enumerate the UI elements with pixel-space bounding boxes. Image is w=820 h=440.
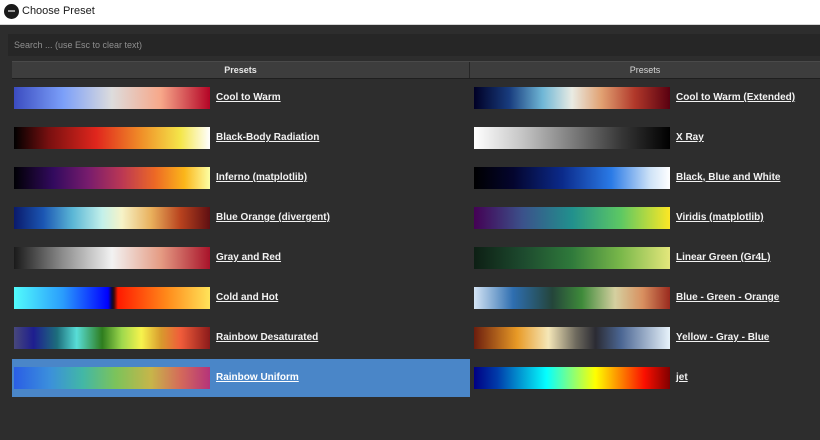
preset-row[interactable]: Yellow - Gray - Blue [472, 319, 820, 357]
column-header-left[interactable]: Presets [12, 62, 470, 78]
preset-label: Cool to Warm (Extended) [676, 92, 796, 103]
colormap-swatch [474, 167, 670, 189]
preset-row[interactable]: Cool to Warm [12, 79, 470, 117]
preset-row[interactable]: Black-Body Radiation [12, 119, 470, 157]
preset-row[interactable]: Gray and Red [12, 239, 470, 277]
colormap-swatch [14, 87, 210, 109]
preset-row[interactable]: Cool to Warm (Extended) [472, 79, 820, 117]
colormap-swatch [14, 287, 210, 309]
colormap-swatch [474, 207, 670, 229]
preset-label: Blue Orange (divergent) [216, 212, 330, 223]
colormap-swatch [14, 247, 210, 269]
preset-row[interactable]: jet [472, 359, 820, 397]
preset-row[interactable]: Linear Green (Gr4L) [472, 239, 820, 277]
preset-label: Inferno (matplotlib) [216, 172, 308, 183]
preset-row[interactable]: Cold and Hot [12, 279, 470, 317]
preset-row[interactable]: X Ray [472, 119, 820, 157]
preset-label: Viridis (matplotlib) [676, 212, 764, 223]
colormap-swatch [474, 247, 670, 269]
preset-label: Blue - Green - Orange [676, 292, 780, 303]
preset-row[interactable]: Black, Blue and White [472, 159, 820, 197]
colormap-swatch [14, 327, 210, 349]
preset-label: Rainbow Desaturated [216, 332, 319, 343]
colormap-swatch [14, 127, 210, 149]
preset-label: Cold and Hot [216, 292, 279, 303]
title-bar: Choose Preset [0, 0, 820, 25]
preset-label: Yellow - Gray - Blue [676, 332, 770, 343]
preset-label: Black, Blue and White [676, 172, 781, 183]
colormap-swatch [474, 327, 670, 349]
colormap-swatch [474, 287, 670, 309]
colormap-swatch [14, 167, 210, 189]
preset-label: Linear Green (Gr4L) [676, 252, 771, 263]
window-title: Choose Preset [22, 5, 95, 17]
colormap-swatch [474, 127, 670, 149]
preset-label: jet [676, 372, 688, 383]
colormap-swatch [474, 367, 670, 389]
preset-row[interactable]: Blue - Green - Orange [472, 279, 820, 317]
colormap-swatch [14, 367, 210, 389]
app-logo-icon [4, 4, 19, 19]
preset-label: Gray and Red [216, 252, 282, 263]
preset-row[interactable]: Rainbow Uniform [12, 359, 470, 397]
colormap-swatch [474, 87, 670, 109]
preset-label: X Ray [676, 132, 704, 143]
preset-label: Cool to Warm [216, 92, 281, 103]
column-header-right[interactable]: Presets [470, 62, 820, 78]
preset-row[interactable]: Inferno (matplotlib) [12, 159, 470, 197]
preset-row[interactable]: Rainbow Desaturated [12, 319, 470, 357]
search-input[interactable] [8, 34, 820, 56]
colormap-swatch [14, 207, 210, 229]
preset-label: Rainbow Uniform [216, 372, 299, 383]
preset-label: Black-Body Radiation [216, 132, 320, 143]
column-headers: Presets Presets [12, 61, 820, 79]
preset-row[interactable]: Blue Orange (divergent) [12, 199, 470, 237]
preset-row[interactable]: Viridis (matplotlib) [472, 199, 820, 237]
